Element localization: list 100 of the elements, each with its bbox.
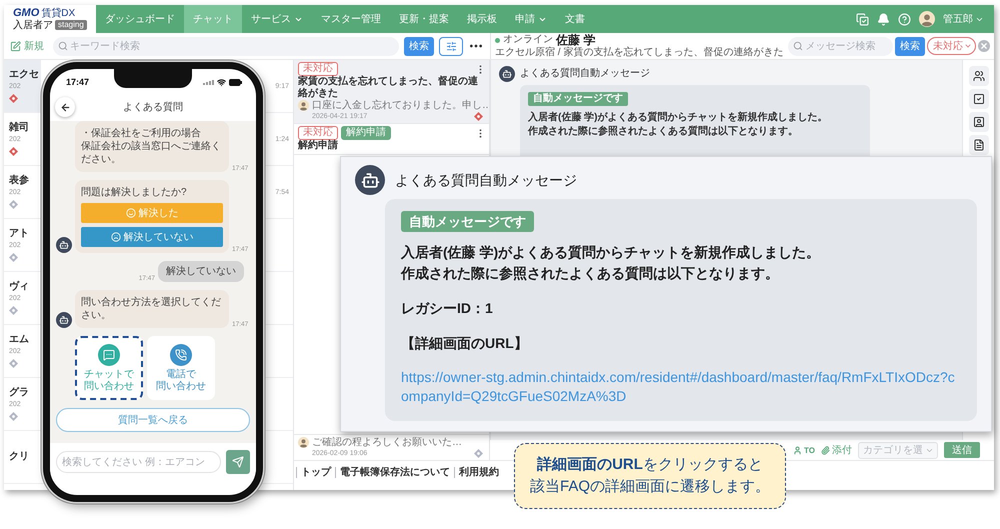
auto-message-tag: 自動メッセージです <box>528 92 628 106</box>
search-icon <box>58 41 68 51</box>
users-icon[interactable] <box>968 66 988 86</box>
auto-message-tag: 自動メッセージです <box>401 211 534 232</box>
sender-name: よくある質問自動メッセージ <box>395 172 577 188</box>
battery-icon <box>229 78 242 86</box>
robot-avatar-icon <box>355 165 385 195</box>
category-tag: 解約申請 <box>341 126 391 140</box>
status-tag: 未対応 <box>298 62 338 76</box>
footer-link[interactable]: トップ <box>296 467 335 478</box>
robot-avatar-icon <box>499 66 515 82</box>
status-time: 17:47 <box>66 77 90 87</box>
nav-tab[interactable]: 更新・提案 <box>390 5 458 33</box>
document-icon[interactable] <box>968 135 988 155</box>
contact-card-icon[interactable] <box>968 112 988 132</box>
send-button[interactable] <box>226 450 250 474</box>
message-text: 作成された際に参照されたよくある質問は以下となります。 <box>528 125 798 139</box>
smile-icon <box>126 208 136 218</box>
back-to-list-button[interactable]: 質問一覧へ戻る <box>56 408 250 432</box>
contact-option[interactable]: 電話で 問い合わせ <box>147 336 215 400</box>
contact-option[interactable]: チャットで 問い合わせ <box>75 336 143 400</box>
status-text: オンライン <box>503 34 553 46</box>
send-icon <box>232 456 244 468</box>
choice-button[interactable]: 解決した <box>81 203 223 223</box>
search-icon <box>793 41 804 51</box>
sender-name: よくある質問自動メッセージ <box>520 68 650 80</box>
screen-title: よくある質問 <box>122 100 184 114</box>
avatar-icon <box>919 11 935 27</box>
message-text: 問題は解決しましたか? <box>81 186 188 199</box>
nav-tab[interactable]: マスター管理 <box>312 5 390 33</box>
footer-link[interactable]: 利用規約 <box>454 467 503 478</box>
resident-name: 表参 <box>9 175 30 187</box>
nav-tab[interactable]: サービス <box>242 5 312 33</box>
message-text: 保証会社の該当窓口へご連絡ください。 <box>81 140 222 166</box>
category-select[interactable]: カテゴリを選 <box>858 442 938 458</box>
logo-product: 賃貸DX <box>41 8 76 18</box>
nav-tab[interactable]: チャット <box>184 5 242 33</box>
user-bubble: 解決していない <box>158 261 244 282</box>
choice-button[interactable]: 解決していない <box>81 227 223 247</box>
resident-name: エクセ <box>9 69 40 81</box>
new-button[interactable]: 新規 <box>10 39 48 53</box>
logo-brand: GMO <box>13 8 40 18</box>
resident-name: 雑司 <box>9 122 30 134</box>
ticket-title: 解約申請 <box>298 140 339 152</box>
message-text: ・保証会社をご利用の場合 <box>81 127 202 140</box>
search-field[interactable]: キーワード検索 <box>53 36 399 56</box>
chat-subtitle: エクセル原宿 / 家賃の支払を忘れてしまった、督促の連絡がきた <box>495 46 784 58</box>
note-text: 該当FAQの詳細画面に遷移します。 <box>530 477 770 497</box>
user-menu[interactable]: 管五郎 <box>943 12 984 26</box>
contact-name: 佐藤 学 <box>556 34 596 46</box>
send-button[interactable]: 送信 <box>944 442 980 458</box>
search-button[interactable]: 検索 <box>404 36 434 56</box>
checkbox-icon[interactable] <box>968 89 988 109</box>
message-text: 作成された際に参照されたよくある質問は以下となります。 <box>401 264 779 283</box>
user-icon <box>793 446 802 454</box>
ticket-card[interactable]: 未対応 解約申請 解約申請 <box>294 124 489 155</box>
message-text: 問い合わせ方法を選択してください。 <box>81 296 222 322</box>
resident-name: エム <box>9 334 30 346</box>
nav-tab[interactable]: 申請 <box>506 5 556 33</box>
paperclip-icon <box>821 446 830 454</box>
message-text: 入居者(佐藤 学)がよくある質問からチャットを新規作成しました。 <box>401 243 820 262</box>
caret-icon <box>964 42 972 50</box>
to-button[interactable]: TO <box>793 446 815 454</box>
status-tag: 未対応 <box>298 126 338 140</box>
search-button[interactable]: 検索 <box>895 36 925 56</box>
ticket-title: 家賃の支払を忘れてしまった、督促の連絡がきた <box>298 76 479 100</box>
resident-name: ヴィ <box>9 281 30 293</box>
message-preview: ご確認の程よろしくお願いいた… <box>312 437 463 449</box>
nav-tab[interactable]: 文書 <box>556 5 594 33</box>
footer-link[interactable]: 電子帳簿保存法について <box>335 467 454 478</box>
help-icon[interactable] <box>898 12 911 26</box>
message-text: 入居者(佐藤 学)がよくある質問からチャットを新規作成しました。 <box>528 111 828 125</box>
nav-tab[interactable]: ダッシュボード <box>96 5 184 33</box>
resident-item[interactable]: クリ <box>4 431 41 483</box>
staging-badge: staging <box>55 20 87 30</box>
attach-button[interactable]: 添付 <box>821 443 852 457</box>
sliders-icon <box>446 40 456 52</box>
resident-name: クリ <box>9 451 30 463</box>
message-text: 【詳細画面のURL】 <box>401 334 528 353</box>
back-button[interactable] <box>55 97 75 117</box>
avatar-icon <box>298 437 309 448</box>
signal-icon <box>203 79 214 85</box>
logo-subtitle: 入居者ア <box>13 20 53 30</box>
filter-button[interactable] <box>439 36 463 56</box>
nav-tab[interactable]: 掲示板 <box>458 5 506 33</box>
status-filter[interactable]: 未対応 <box>927 37 976 55</box>
resident-name: アト <box>9 228 30 240</box>
url-link[interactable]: https://owner-stg.admin.chintaidx.com/resident#/dashboard/master/faq/RmFxLTIxODcz?companyId=Q29tcGFueS02MzA%3D <box>401 368 961 406</box>
message-preview: 口座に入金し忘れておりました。申し… <box>312 100 486 112</box>
input-field[interactable]: 検索してください 例：エアコン <box>56 451 221 473</box>
edit-icon <box>10 40 21 52</box>
arrow-left-icon <box>60 102 70 112</box>
message-search-field[interactable]: メッセージ検索 <box>788 36 893 56</box>
avatar-icon <box>298 100 309 111</box>
wifi-icon <box>217 78 226 86</box>
note-text: 詳細画面のURLをクリックすると <box>537 455 763 475</box>
bell-icon[interactable] <box>877 12 890 26</box>
frown-icon <box>110 232 120 242</box>
copy-icon[interactable] <box>856 12 869 26</box>
message-text: レガシーID：1 <box>401 299 493 318</box>
